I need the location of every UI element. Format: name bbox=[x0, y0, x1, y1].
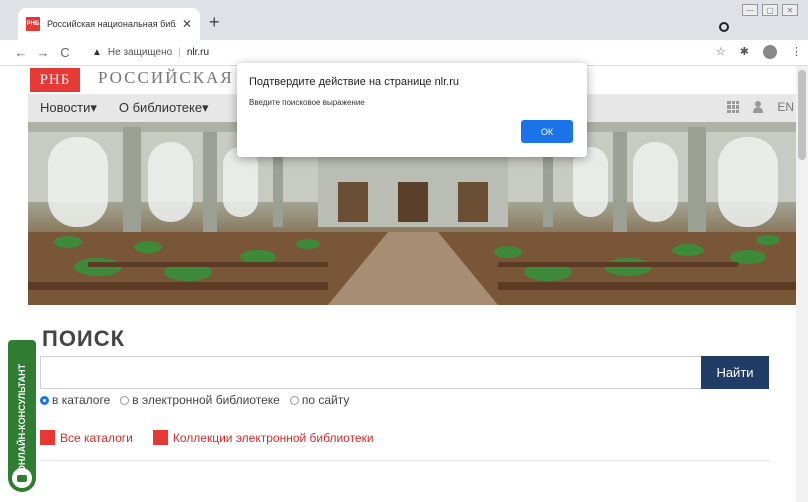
search-heading: ПОИСК bbox=[42, 326, 126, 351]
chat-bubble-icon[interactable] bbox=[12, 468, 32, 488]
radio-site[interactable]: по сайту bbox=[289, 393, 350, 407]
back-button[interactable]: ← bbox=[10, 45, 32, 60]
nav-item-about[interactable]: О библиотеке▾ bbox=[119, 100, 209, 116]
radio-electronic-library-indicator[interactable] bbox=[120, 395, 130, 405]
section-divider bbox=[40, 460, 770, 461]
maximize-button[interactable]: ▢ bbox=[762, 4, 778, 16]
radio-electronic-library[interactable]: в электронной библиотеке bbox=[120, 393, 280, 407]
not-secure-label: Не защищено bbox=[107, 47, 173, 58]
window-controls: — ▢ ✕ bbox=[742, 4, 798, 16]
profile-avatar-icon[interactable] bbox=[763, 45, 777, 59]
nav-item-news[interactable]: Новости▾ bbox=[40, 100, 97, 116]
link-electronic-collections[interactable]: Коллекции электронной библиотеки bbox=[152, 430, 374, 445]
link-all-catalogs[interactable]: Все каталоги bbox=[40, 430, 133, 445]
toolbar-actions: ☆ ✱ ⋮ bbox=[716, 45, 802, 59]
extensions-icon[interactable]: ✱ bbox=[740, 45, 749, 59]
scrollbar-thumb[interactable] bbox=[798, 70, 806, 160]
search-input[interactable] bbox=[40, 356, 701, 389]
red-square-icon bbox=[152, 430, 168, 445]
radio-catalog-indicator[interactable] bbox=[40, 395, 49, 405]
confirm-dialog: Подтвердите действие на странице nlr.ru … bbox=[237, 63, 587, 157]
address-bar[interactable]: ▲ Не защищено | nlr.ru bbox=[92, 43, 209, 63]
browser-tab[interactable]: РНБ Российская национальная библ ✕ bbox=[18, 8, 200, 40]
radio-catalog-label: в каталоге bbox=[52, 393, 111, 407]
red-square-icon bbox=[40, 430, 55, 445]
close-tab-icon[interactable]: ✕ bbox=[182, 17, 192, 31]
dialog-ok-button[interactable]: ОК bbox=[521, 120, 573, 143]
browser-tab-bar: РНБ Российская национальная библ ✕ + — ▢… bbox=[0, 0, 808, 40]
close-window-button[interactable]: ✕ bbox=[782, 4, 798, 16]
minimize-button[interactable]: — bbox=[742, 4, 758, 16]
bookmark-star-icon[interactable]: ☆ bbox=[716, 45, 726, 59]
link-electronic-collections-label: Коллекции электронной библиотеки bbox=[172, 430, 374, 445]
radio-site-label: по сайту bbox=[301, 393, 350, 407]
browser-menu-icon[interactable]: ⋮ bbox=[791, 45, 802, 59]
user-account-icon[interactable] bbox=[753, 101, 764, 113]
link-all-catalogs-label: Все каталоги bbox=[60, 430, 133, 445]
site-logo[interactable]: РНБ bbox=[30, 68, 80, 92]
tab-title: Российская национальная библ bbox=[47, 19, 176, 29]
online-consultant-widget[interactable]: ОНЛАЙН-КОНСУЛЬТАНТ bbox=[8, 340, 36, 492]
catalog-links: Все каталоги Коллекции электронной библи… bbox=[40, 430, 374, 445]
search-scope-options: в каталоге в электронной библиотеке по с… bbox=[40, 393, 349, 407]
online-consultant-label: ОНЛАЙН-КОНСУЛЬТАНТ bbox=[17, 363, 27, 473]
page-scrollbar[interactable] bbox=[796, 66, 808, 502]
new-tab-button[interactable]: + bbox=[209, 13, 220, 31]
radio-site-indicator[interactable] bbox=[289, 395, 299, 405]
media-indicator-icon[interactable] bbox=[719, 22, 729, 32]
site-favicon-icon: РНБ bbox=[26, 17, 40, 31]
dialog-title: Подтвердите действие на странице nlr.ru bbox=[249, 76, 460, 88]
not-secure-warning-icon[interactable]: ▲ bbox=[92, 47, 102, 58]
radio-electronic-library-label: в электронной библиотеке bbox=[132, 393, 280, 407]
apps-grid-icon[interactable] bbox=[727, 101, 740, 113]
search-button[interactable]: Найти bbox=[701, 356, 769, 389]
language-switch[interactable]: EN bbox=[777, 100, 794, 114]
site-name: РОССИЙСКАЯ bbox=[98, 68, 234, 87]
dialog-message: Введите поисковое выражение bbox=[249, 98, 365, 107]
radio-catalog[interactable]: в каталоге bbox=[40, 393, 110, 407]
reload-button[interactable]: C bbox=[54, 45, 76, 60]
site-nav-tools: EN bbox=[727, 100, 794, 114]
address-separator: | bbox=[178, 47, 181, 58]
url-text: nlr.ru bbox=[186, 47, 210, 58]
forward-button[interactable]: → bbox=[32, 45, 54, 60]
